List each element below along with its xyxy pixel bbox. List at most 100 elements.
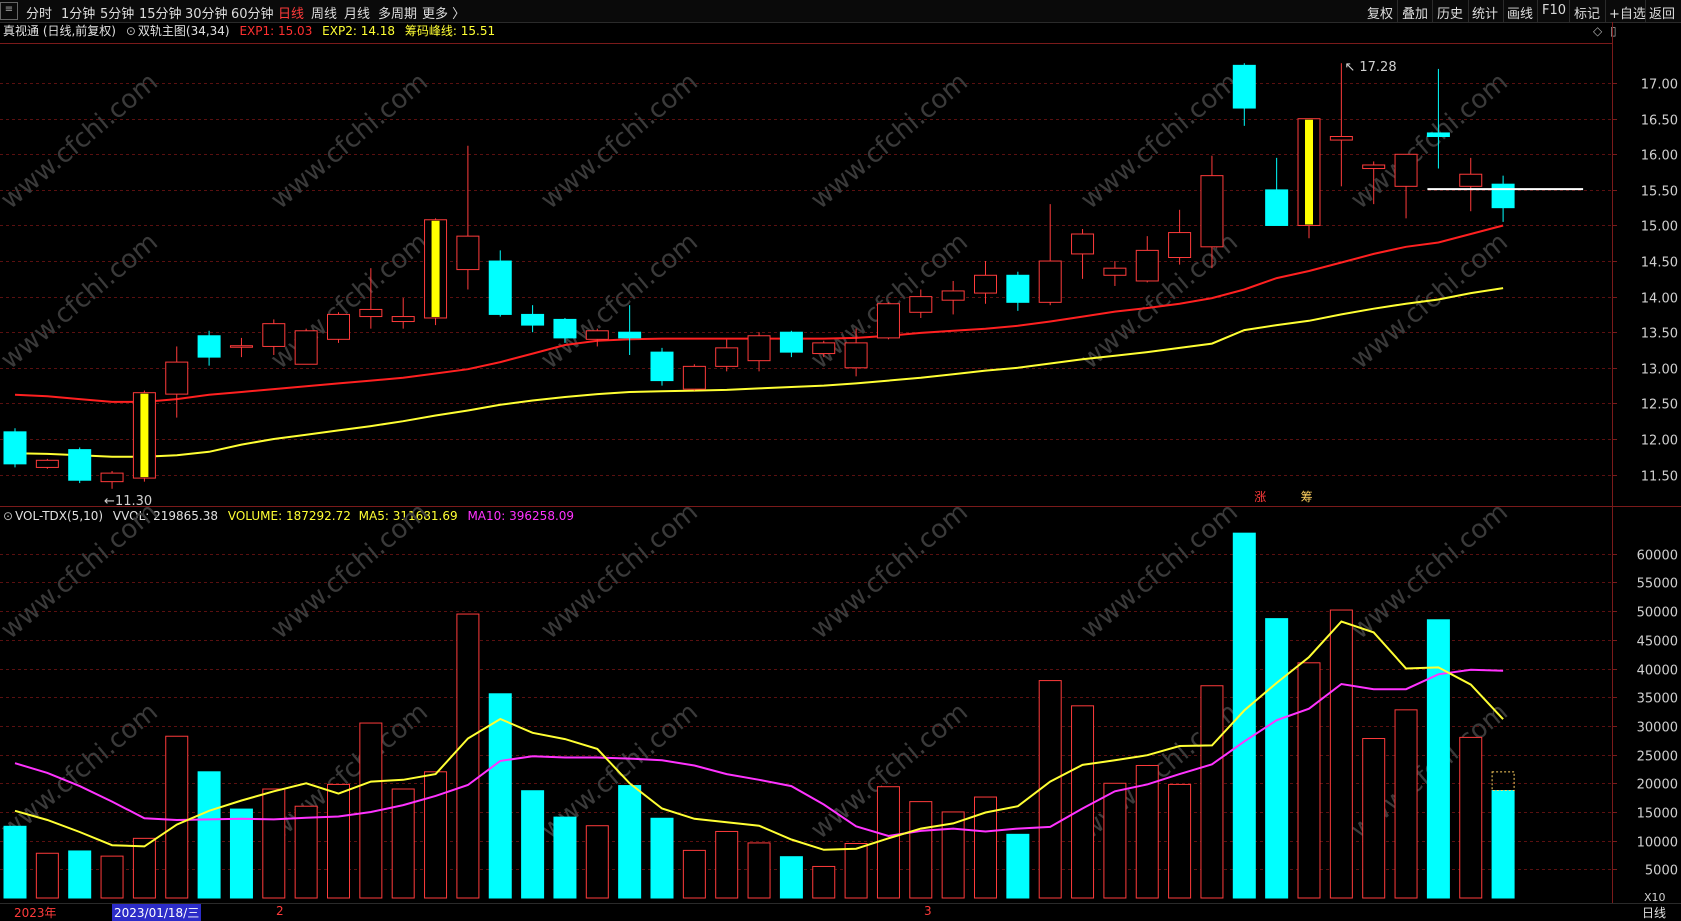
candle-body xyxy=(1491,183,1515,209)
candle-body xyxy=(1168,232,1192,258)
month-mar-label: 3 xyxy=(924,904,932,918)
candle-body xyxy=(812,342,836,355)
candle-body xyxy=(294,330,318,365)
candle-body xyxy=(941,290,965,301)
volume-bar xyxy=(197,771,221,899)
candle-body xyxy=(747,335,771,362)
volume-bar xyxy=(876,786,900,899)
candle-body xyxy=(1459,173,1483,187)
volume-bar xyxy=(812,865,836,899)
candle-body xyxy=(585,330,609,340)
period-indicator[interactable]: 日线 xyxy=(1642,904,1666,921)
candle-body xyxy=(1006,274,1030,303)
volume-bar xyxy=(294,805,318,899)
candle-body xyxy=(1394,153,1418,187)
volume-tick-label: 15000 xyxy=(1637,807,1678,822)
volume-bar xyxy=(1168,783,1192,899)
watermark-text: www.cfchi.com xyxy=(535,497,704,645)
candle-body xyxy=(1265,189,1289,226)
volume-bar xyxy=(1362,738,1386,899)
low-price-label: ←11.30 xyxy=(104,494,152,509)
volume-tick-label: 20000 xyxy=(1637,778,1678,793)
candle-body xyxy=(909,296,933,313)
volume-bar xyxy=(229,808,253,899)
volume-tick-label: 25000 xyxy=(1637,750,1678,765)
price-tick-label: 11.50 xyxy=(1641,470,1678,485)
volume-tick-label: 55000 xyxy=(1637,577,1678,592)
up-marker: 涨 xyxy=(1254,489,1266,504)
volume-bar xyxy=(327,783,350,899)
candle-body xyxy=(197,335,221,358)
candle-body xyxy=(974,274,997,294)
volume-bar xyxy=(682,849,706,899)
volume-bar xyxy=(1459,736,1483,899)
candle-body xyxy=(229,345,253,348)
watermark-text: www.cfchi.com xyxy=(0,227,164,375)
candle-body xyxy=(779,331,803,353)
price-tick-label: 13.50 xyxy=(1641,327,1678,342)
watermark-text: www.cfchi.com xyxy=(265,227,434,375)
candle-body xyxy=(1071,233,1095,255)
candle-body xyxy=(682,365,706,390)
candle-body xyxy=(262,323,286,347)
candle-body xyxy=(456,235,480,271)
watermark-text: www.cfchi.com xyxy=(0,67,164,215)
candle-body xyxy=(1038,260,1062,303)
volume-bar xyxy=(3,825,27,899)
volume-bar xyxy=(1071,705,1095,899)
limit-up-highlight xyxy=(431,220,440,317)
volume-bar xyxy=(1038,680,1062,899)
price-tick-label: 16.50 xyxy=(1641,114,1678,129)
candle-body xyxy=(521,313,545,326)
watermark-text: www.cfchi.com xyxy=(805,497,974,645)
watermark-text: www.cfchi.com xyxy=(0,697,164,845)
candle-body xyxy=(165,361,189,395)
volume-bar xyxy=(1200,685,1224,899)
exp1-line xyxy=(14,224,1504,403)
watermark-text: www.cfchi.com xyxy=(1075,497,1244,645)
volume-bar xyxy=(779,856,803,899)
high-price-label: ↖ 17.28 xyxy=(1344,60,1396,75)
limit-up-highlight xyxy=(140,393,149,478)
watermark-text: www.cfchi.com xyxy=(265,67,434,215)
candle-body xyxy=(553,318,577,339)
limit-up-highlight xyxy=(1305,119,1313,225)
watermark-text: www.cfchi.com xyxy=(0,497,164,645)
candle-body xyxy=(488,260,512,315)
volume-bar xyxy=(456,613,480,899)
date-axis-bar: 2023年 2023/01/18/三 2 3 日线 xyxy=(0,903,1681,921)
watermark-text: www.cfchi.com xyxy=(535,227,704,375)
watermark-text: www.cfchi.com xyxy=(1075,227,1244,375)
volume-bar xyxy=(262,788,286,899)
candle-body xyxy=(650,351,674,382)
volume-bar xyxy=(618,785,642,899)
volume-bar xyxy=(1297,662,1321,899)
candle-body xyxy=(1232,64,1256,109)
volume-bar xyxy=(1265,618,1289,899)
volume-bar xyxy=(1006,833,1030,899)
price-tick-label: 15.00 xyxy=(1641,220,1678,235)
volume-bar xyxy=(68,850,92,899)
price-tick-label: 14.50 xyxy=(1641,256,1678,271)
volume-bar xyxy=(100,855,124,899)
virtual-volume-box xyxy=(1491,771,1515,792)
exp2-line xyxy=(14,287,1504,458)
price-tick-label: 16.00 xyxy=(1641,149,1678,164)
volume-bar xyxy=(1491,790,1515,899)
volume-tick-label: 45000 xyxy=(1637,635,1678,650)
volume-tick-label: 30000 xyxy=(1637,721,1678,736)
volume-tick-label: 50000 xyxy=(1637,606,1678,621)
watermark-text: www.cfchi.com xyxy=(1345,67,1514,215)
price-tick-label: 15.50 xyxy=(1641,185,1678,200)
cursor-date-label: 2023/01/18/三 xyxy=(112,904,202,921)
month-feb-label: 2 xyxy=(276,904,284,918)
candle-body xyxy=(3,431,27,465)
candle-body xyxy=(1103,267,1127,276)
kline-chart[interactable]: 11.50 12.00 12.50 13.00 13.50 14.00 14.50 15.00… xyxy=(0,0,1681,918)
volume-bar xyxy=(650,817,674,899)
price-tick-label: 14.00 xyxy=(1641,292,1678,307)
candle-body xyxy=(1200,175,1224,248)
candle-body xyxy=(618,331,642,339)
price-tick-label: 13.00 xyxy=(1641,363,1678,378)
volume-tick-label: 5000 xyxy=(1645,864,1678,879)
